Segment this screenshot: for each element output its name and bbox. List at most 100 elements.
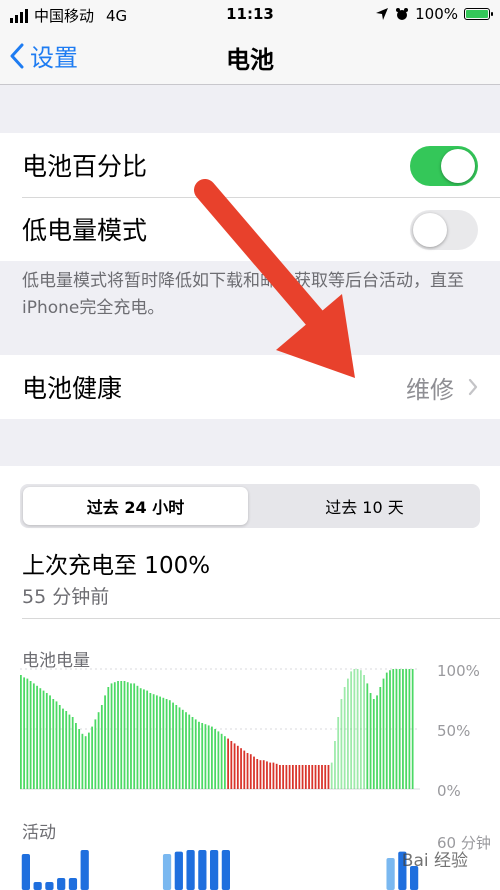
battery-level-bar [343, 687, 346, 789]
battery-level-bar [340, 699, 343, 789]
battery-level-bar [262, 760, 265, 789]
battery-level-bar [249, 754, 252, 789]
battery-level-bar [321, 765, 323, 789]
activity-bar [386, 858, 395, 890]
low-power-row: 低电量模式 [0, 197, 500, 261]
battery-level-bar [298, 765, 301, 789]
battery-level-bar [304, 765, 307, 789]
battery-level-bar [87, 732, 90, 789]
battery-level-bar [159, 696, 161, 789]
battery-percentage-row: 电池百分比 [0, 133, 500, 197]
activity-bar [68, 878, 78, 890]
divider [22, 618, 500, 619]
battery-level-bar [117, 681, 119, 789]
battery-level-bar [211, 726, 213, 789]
battery-health-label: 电池健康 [22, 374, 123, 403]
battery-level-bar [369, 693, 372, 789]
battery-level-bar [379, 687, 382, 789]
battery-level-bar [185, 712, 187, 789]
battery-level-bar [246, 753, 249, 789]
battery-level-bar [172, 702, 174, 789]
battery-level-bar [356, 669, 359, 789]
segment-last-10-days[interactable]: 过去 10 天 [252, 487, 477, 525]
battery-level-bar [97, 712, 100, 789]
battery-level-bar [45, 693, 48, 789]
battery-level-bar [314, 765, 317, 789]
battery-level-bar [204, 724, 207, 789]
battery-level-bar [188, 714, 191, 789]
battery-level-bar [149, 693, 152, 789]
battery-level-bar [288, 765, 291, 789]
battery-level-bar [29, 681, 32, 789]
battery-level-bar [146, 690, 149, 789]
last-charge-time: 55 分钟前 [22, 586, 110, 608]
battery-level-bar [350, 671, 353, 789]
battery-level-bar [32, 683, 35, 789]
battery-level-bar [240, 748, 242, 789]
battery-level-bar [94, 719, 97, 789]
battery-level-bar [136, 685, 139, 789]
battery-level-bar [23, 677, 26, 789]
battery-level-bar [223, 736, 226, 789]
low-power-label: 低电量模式 [22, 216, 148, 245]
battery-level-bar [130, 683, 132, 789]
battery-level-bar [71, 717, 74, 789]
low-power-toggle[interactable] [410, 210, 478, 250]
battery-level-bar [359, 670, 362, 789]
charging-bolt-icon [336, 675, 345, 693]
battery-level-bar [282, 765, 285, 789]
battery-level-bar [65, 711, 68, 789]
activity-bar [162, 854, 172, 890]
battery-level-bar [191, 717, 194, 789]
battery-level-bar [152, 694, 155, 789]
battery-level-bar [55, 701, 58, 789]
battery-level-bar [366, 683, 369, 789]
battery-level-bar [402, 669, 404, 789]
battery-level-bar [395, 669, 398, 789]
battery-level-bar [126, 682, 129, 789]
battery-level-bar [230, 741, 233, 789]
segment-last-24-hours[interactable]: 过去 24 小时 [23, 487, 248, 525]
battery-level-bar [285, 765, 288, 789]
battery-health-group: 电池健康 维修 [0, 355, 500, 419]
page-title: 电池 [226, 46, 274, 74]
battery-level-bar [49, 695, 51, 789]
battery-level-bar [81, 733, 84, 789]
battery-level-bar [389, 670, 391, 789]
battery-level-bar [311, 765, 314, 789]
battery-level-bar [233, 743, 236, 789]
battery-level-bar [317, 765, 320, 789]
battery-settings-group: 电池百分比 低电量模式 [0, 133, 500, 261]
activity-bar [45, 882, 54, 890]
battery-level-bar [155, 695, 158, 789]
y-tick-label: 100% [437, 662, 480, 680]
battery-level-bar [78, 729, 81, 789]
alarm-icon [396, 8, 409, 20]
battery-level-bar [194, 719, 197, 789]
battery-percentage-toggle[interactable] [410, 146, 478, 186]
location-icon [376, 8, 389, 20]
battery-level-bar [308, 765, 310, 789]
nav-bar: 设置 电池 [0, 30, 500, 85]
battery-level-bar [39, 688, 42, 789]
battery-level-bar [324, 765, 327, 789]
battery-health-value: 维修 [406, 375, 454, 404]
battery-level-bar [36, 685, 38, 789]
battery-level-bar [120, 681, 123, 789]
battery-level-bar [372, 699, 375, 789]
battery-level-bar [165, 699, 168, 789]
battery-level-bar [214, 729, 217, 789]
battery-level-bar [42, 690, 45, 789]
battery-level-bar [275, 763, 278, 789]
battery-level-bar [411, 669, 414, 789]
battery-level-bar [392, 669, 395, 789]
battery-level-bar [398, 669, 401, 789]
battery-level-bar [201, 723, 204, 789]
battery-level-bar [227, 738, 229, 789]
battery-level-bar [62, 708, 64, 789]
battery-health-row[interactable]: 电池健康 维修 [0, 355, 500, 419]
battery-level-bar [168, 700, 171, 789]
battery-level-bar [123, 681, 126, 789]
battery-level-bar [68, 714, 71, 789]
low-power-footnote: 低电量模式将暂时降低如下载和邮件获取等后台活动，直至iPhone完全充电。 [22, 271, 464, 318]
